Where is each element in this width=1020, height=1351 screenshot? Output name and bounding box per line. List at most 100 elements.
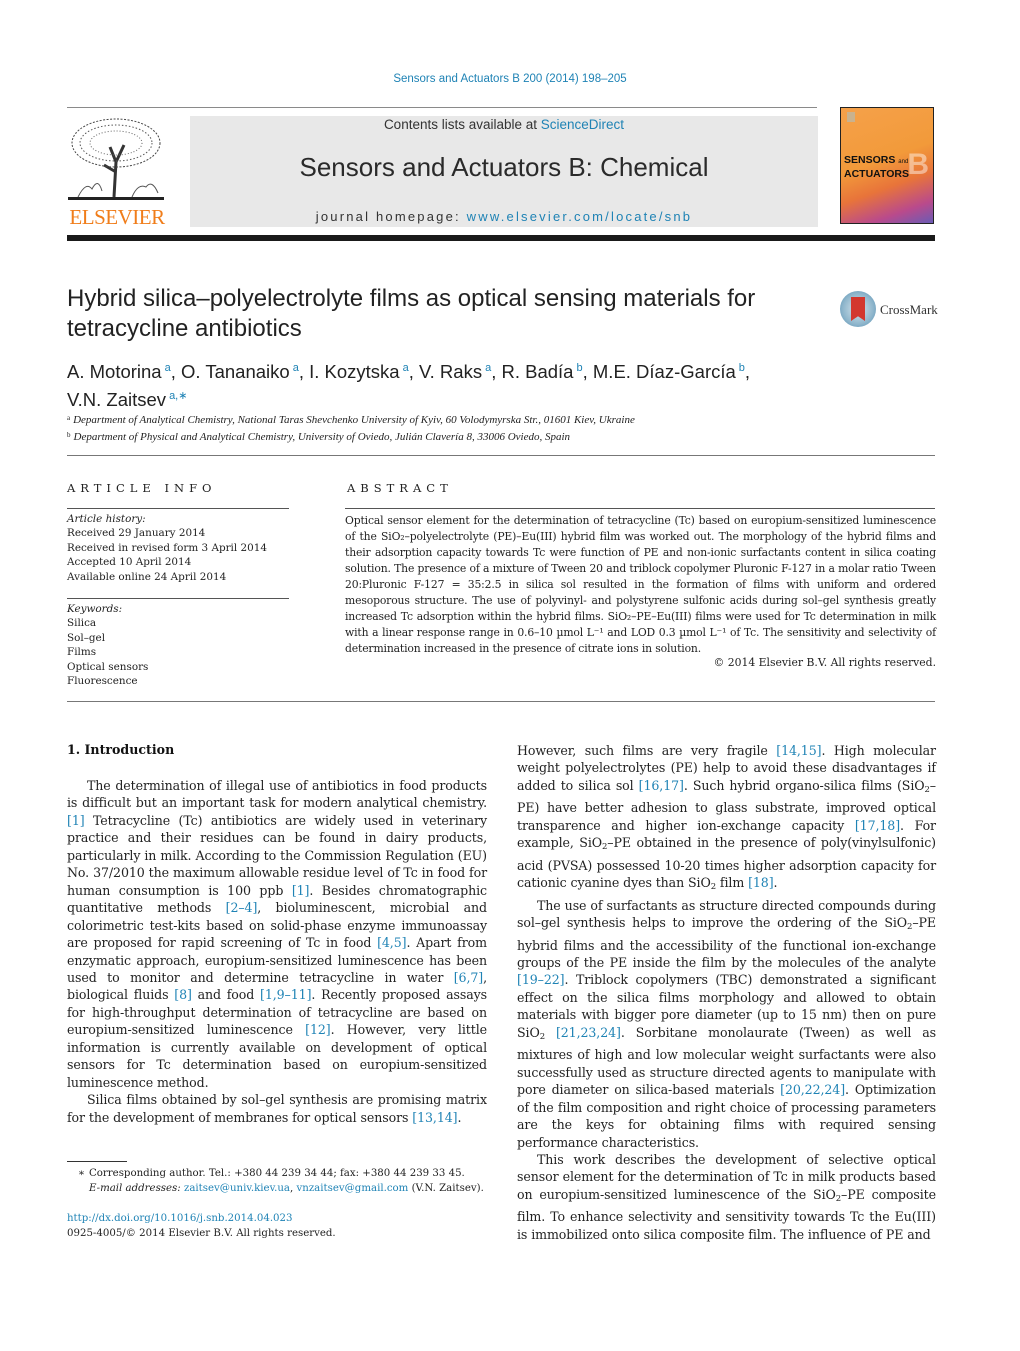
paragraph: However, such films are very fragile [14… [517, 743, 936, 893]
keyword: Fluorescence [67, 675, 138, 688]
journal-banner: Contents lists available at ScienceDirec… [190, 116, 818, 227]
subscript: 2 [601, 842, 608, 853]
affiliation-a: a Department of Analytical Chemistry, Nat… [67, 414, 635, 426]
subscript: 2 [710, 882, 716, 893]
author-separator: , [298, 361, 310, 382]
author-separator: , [408, 361, 419, 382]
history-revised: Received in revised form 3 April 2014 [67, 541, 267, 554]
author-name: A. Motorina [67, 361, 162, 382]
citation-ref[interactable]: [2–4] [226, 900, 258, 915]
elsevier-tree-icon [68, 118, 164, 200]
citation-ref[interactable]: [17,18] [855, 818, 900, 833]
footnote-star: ∗ [78, 1168, 85, 1179]
author-name: I. Kozytska [309, 361, 400, 382]
paragraph: This work describes the development of s… [517, 1151, 936, 1242]
homepage-link[interactable]: www.elsevier.com/locate/snb [467, 209, 693, 224]
abstract-text: Optical sensor element for the determina… [345, 514, 936, 655]
divider [67, 701, 935, 702]
citation-ref[interactable]: [13,14] [412, 1110, 457, 1125]
crossmark-label: CrossMark [880, 302, 938, 317]
email-line: E-mail addresses: zaitsev@univ.kiev.ua, … [89, 1183, 484, 1194]
history-accepted: Accepted 10 April 2014 [67, 556, 192, 569]
keyword: Silica [67, 617, 97, 630]
subscript: 2 [539, 1031, 545, 1042]
citation-ref[interactable]: [1] [292, 883, 310, 898]
author-separator: , [744, 361, 751, 382]
contents-prefix: Contents lists available at [383, 117, 541, 132]
divider [67, 508, 289, 509]
citation-ref[interactable]: [18] [748, 875, 774, 890]
citation-ref[interactable]: [14,15] [776, 743, 821, 758]
citation-link[interactable]: Sensors and Actuators B 200 (2014) 198–2… [393, 73, 626, 85]
subscript: 2 [835, 1193, 842, 1204]
affiliations: a Department of Analytical Chemistry, Nat… [67, 411, 927, 445]
author-separator: , [582, 361, 593, 382]
keyword: Optical sensors [67, 660, 149, 673]
citation-ref[interactable]: [12] [305, 1022, 331, 1037]
citation-ref[interactable]: [21,23,24] [556, 1025, 621, 1040]
subscript: 2 [907, 922, 913, 933]
issn-line: 0925-4005/© 2014 Elsevier B.V. All right… [67, 1228, 336, 1239]
homepage-line: journal homepage: www.elsevier.com/locat… [190, 209, 818, 224]
subscript: 2 [924, 784, 930, 795]
corresponding-author-footnote: ∗ Corresponding author. Tel.: +380 44 239… [67, 1166, 497, 1196]
keyword: Sol–gel [67, 631, 106, 644]
author-name: O. Tananaiko [181, 361, 290, 382]
citation-ref[interactable]: [1] [67, 813, 85, 828]
cover-title: SENSORS and ACTUATORS [844, 154, 909, 180]
email-link-1[interactable]: zaitsev@univ.kiev.ua [184, 1183, 290, 1194]
email-link-2[interactable]: vnzaitsev@gmail.com [297, 1183, 409, 1194]
contents-line: Contents lists available at ScienceDirec… [190, 117, 818, 132]
citation-ref[interactable]: [19–22] [517, 972, 565, 987]
doi-link[interactable]: http://dx.doi.org/10.1016/j.snb.2014.04.… [67, 1213, 293, 1224]
author-name: V. Raks [419, 361, 483, 382]
corresponding-line: ∗ Corresponding author. Tel.: +380 44 239… [67, 1166, 497, 1181]
history-received: Received 29 January 2014 [67, 527, 206, 540]
paragraph: The use of surfactants as structure dire… [517, 897, 936, 1150]
journal-cover-image[interactable]: B SENSORS and ACTUATORS [840, 107, 934, 224]
crossmark-button[interactable]: CrossMark [840, 291, 940, 331]
sciencedirect-link[interactable]: ScienceDirect [541, 117, 624, 132]
article-history: Article history: Received 29 January 201… [67, 512, 289, 584]
article-title: Hybrid silica–polyelectrolyte films as o… [67, 285, 756, 342]
keyword: Films [67, 646, 97, 659]
journal-citation[interactable]: Sensors and Actuators B 200 (2014) 198–2… [0, 73, 1020, 85]
history-label: Article history: [67, 513, 146, 525]
divider [67, 598, 289, 599]
citation-ref[interactable]: [6,7] [454, 970, 483, 985]
footnote-rule [67, 1161, 127, 1162]
paragraph: The determination of illegal use of anti… [67, 778, 488, 1090]
article-info-heading: ARTICLE INFO [67, 481, 217, 495]
abstract-heading: ABSTRACT [347, 481, 453, 495]
author-name: V.N. Zaitsev [67, 389, 167, 410]
homepage-prefix: journal homepage: [315, 209, 467, 224]
section-heading-introduction: 1. Introduction [67, 742, 175, 757]
author-list: A. Motorina a, O. Tananaiko a, I. Kozytska… [67, 356, 867, 412]
cover-publisher-icon [847, 112, 855, 122]
header-rule [67, 107, 817, 108]
elsevier-wordmark: ELSEVIER [69, 205, 165, 229]
citation-ref[interactable]: [20,22,24] [780, 1082, 845, 1097]
header-thick-rule [67, 235, 935, 241]
journal-title: Sensors and Actuators B: Chemical [299, 152, 709, 182]
cover-letter: B [907, 148, 929, 181]
history-online: Available online 24 April 2014 [67, 570, 227, 583]
author-separator: , [491, 361, 502, 382]
citation-ref[interactable]: [1,9–11] [260, 987, 311, 1002]
divider [345, 508, 935, 509]
citation-ref[interactable]: [4,5] [377, 935, 406, 950]
divider [67, 455, 935, 456]
citation-ref[interactable]: [8] [174, 987, 192, 1002]
author-separator: , [170, 361, 182, 382]
citation-ref[interactable]: [16,17] [639, 778, 684, 793]
affiliation-b: b Department of Physical and Analytical C… [67, 431, 571, 443]
body-column-right: However, such films are very fragile [14… [517, 742, 936, 1243]
author-name: R. Badía [501, 361, 574, 382]
doi-block: http://dx.doi.org/10.1016/j.snb.2014.04.… [67, 1211, 497, 1241]
elsevier-logo[interactable]: ELSEVIER [66, 117, 168, 229]
keywords-label: Keywords: [67, 603, 123, 615]
author-name: M.E. Díaz-García [592, 361, 736, 382]
author-affiliation-marker[interactable]: a,∗ [169, 390, 187, 402]
body-column-left: The determination of illegal use of anti… [67, 777, 487, 1126]
keywords: Keywords: Silica Sol–gel Films Optical s… [67, 602, 289, 688]
